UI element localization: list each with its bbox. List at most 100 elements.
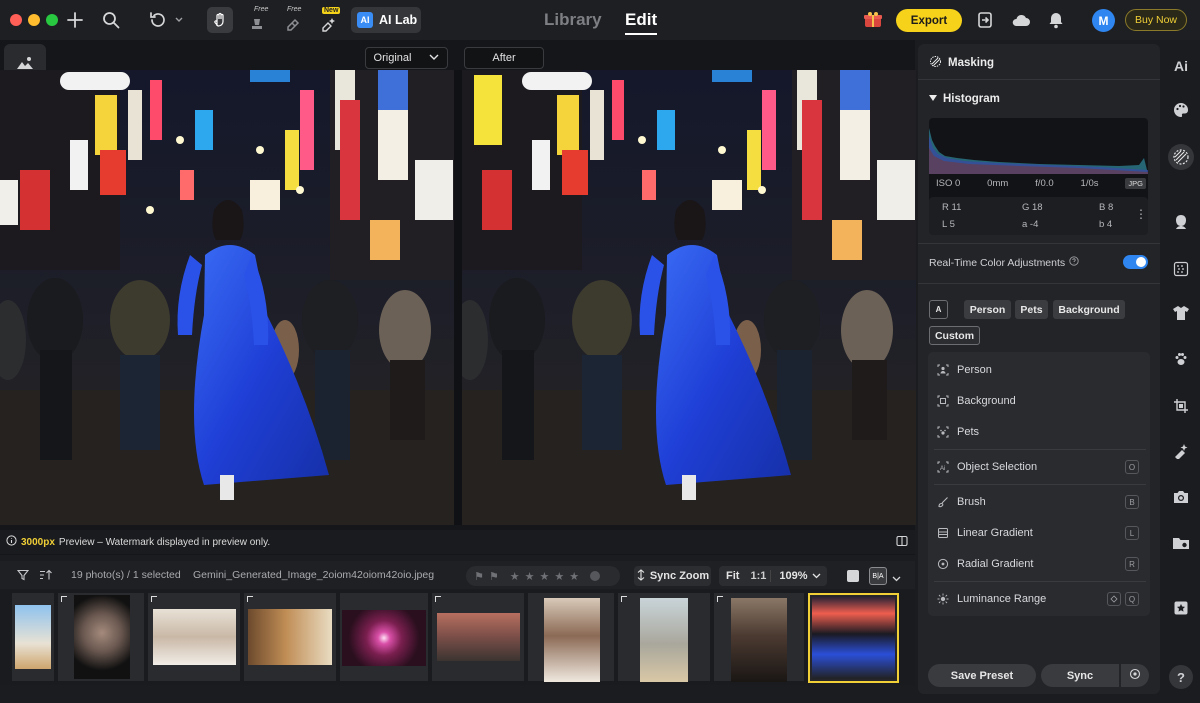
before-photo[interactable] [0,70,454,525]
ai-module-button[interactable]: Ai [1169,54,1193,78]
camera-icon[interactable] [1169,485,1193,509]
compare-divider[interactable] [454,70,462,525]
thumb-image [342,610,426,666]
after-photo[interactable] [462,70,916,525]
mask-item-pets[interactable]: Pets [928,418,1150,446]
mask-item-radial-gradient[interactable]: Radial Gradient [928,550,1150,578]
gift-icon[interactable] [861,8,885,32]
stamp-tool-icon[interactable] [246,12,268,36]
chip-pets[interactable]: Pets [1015,300,1048,319]
filter-icon[interactable] [16,569,30,584]
export-button[interactable]: Export [896,9,962,32]
one-to-one-button[interactable]: 1:1 [746,570,770,582]
search-icon[interactable] [100,8,122,32]
filmstrip-thumb[interactable] [58,593,144,681]
filmstrip-thumb[interactable] [618,593,710,682]
help-button[interactable]: ? [1169,665,1193,689]
sync-button[interactable]: Sync [1041,664,1119,687]
ai-remove-tool-icon[interactable] [318,12,340,36]
flag-icon [151,596,157,602]
filmstrip-thumb[interactable] [148,593,240,681]
thumb-image [812,597,895,679]
chevron-down-icon[interactable] [892,571,901,585]
before-view-dropdown[interactable]: Original [365,47,448,69]
undo-history-chevron-icon[interactable] [172,8,186,32]
user-avatar[interactable]: M [1092,9,1115,32]
filmstrip-thumb[interactable] [528,593,614,682]
favorites-icon[interactable] [1169,596,1193,620]
star-icon[interactable]: ★ [525,570,535,583]
mask-item-brush[interactable]: Brush [928,488,1150,516]
chevron-down-icon[interactable] [812,570,821,582]
filmstrip-thumb[interactable] [244,593,336,681]
paw-icon[interactable] [1169,347,1193,371]
palette-icon[interactable] [1169,98,1193,122]
star-icon[interactable]: ★ [510,570,520,583]
histogram-header[interactable]: Histogram [929,93,1000,105]
linear-gradient-icon [936,527,949,540]
filmstrip-thumb[interactable] [12,593,54,681]
mask-item-person[interactable]: Person [928,356,1150,384]
flag-icon[interactable]: ⚑ [474,570,484,583]
filmstrip-thumb[interactable] [432,593,524,681]
add-icon[interactable] [64,8,86,32]
cloud-icon[interactable] [1009,8,1033,32]
thumb-image [640,598,688,682]
sort-icon[interactable] [39,569,52,584]
tab-edit[interactable]: Edit [625,10,657,30]
filmstrip-thumb-selected[interactable] [808,593,899,683]
minimize-window-button[interactable] [28,14,40,26]
folder-icon[interactable] [1169,531,1193,555]
crop-icon[interactable] [1169,394,1193,418]
tshirt-icon[interactable] [1169,301,1193,325]
realtime-color-toggle[interactable] [1123,255,1148,269]
chip-custom[interactable]: Custom [929,326,980,345]
help-circle-icon[interactable] [1069,256,1079,269]
chip-background[interactable]: Background [1053,300,1125,319]
before-after-view-button[interactable]: B|A [869,567,887,585]
split-view-icon[interactable] [896,535,908,550]
star-icon[interactable]: ★ [554,570,564,583]
fit-button[interactable]: Fit [719,570,746,582]
star-icon[interactable]: ★ [540,570,550,583]
chevron-down-icon [429,52,439,64]
filmstrip-thumb[interactable] [714,593,804,682]
healing-icon[interactable] [1169,439,1193,463]
import-icon[interactable] [974,8,996,32]
mask-item-label: Linear Gradient [957,527,1033,539]
save-preset-button[interactable]: Save Preset [928,664,1036,687]
notification-bell-icon[interactable] [1045,8,1067,32]
after-view-label: After [492,52,516,64]
more-options-icon[interactable]: ⋮ [1135,207,1147,221]
tab-library[interactable]: Library [544,10,602,30]
portrait-icon[interactable] [1169,210,1193,234]
mask-item-linear-gradient[interactable]: Linear Gradient [928,519,1150,547]
hand-tool-icon[interactable] [207,7,233,33]
maximize-window-button[interactable] [46,14,58,26]
mask-item-background[interactable]: Background [928,387,1150,415]
zoom-value[interactable]: 109% [770,570,811,582]
background-icon [936,395,949,408]
undo-icon[interactable] [146,8,168,32]
after-view-label-box: After [464,47,544,69]
masking-module-icon[interactable] [1168,144,1194,170]
sync-zoom-button[interactable]: Sync Zoom [634,566,711,586]
buy-now-button[interactable]: Buy Now [1125,9,1187,31]
preview-resolution: 3000px [21,536,55,548]
sync-settings-button[interactable] [1121,664,1149,687]
filmstrip [0,590,915,685]
ai-mask-icon[interactable]: A [929,300,948,319]
grain-icon[interactable] [1169,257,1193,281]
ai-lab-button[interactable]: AI AI Lab [351,7,421,33]
reject-flag-icon[interactable]: ⚑ [489,570,499,583]
color-label-icon[interactable] [590,571,601,581]
mask-tools-list: Person Background Pets Ai Object Selecti… [928,352,1150,616]
close-window-button[interactable] [10,14,22,26]
eraser-tool-icon[interactable] [282,12,304,36]
a-channel-value: a -4 [1022,219,1039,230]
mask-item-object-selection[interactable]: Ai Object Selection [928,453,1150,481]
chip-person[interactable]: Person [964,300,1011,319]
filmstrip-thumb[interactable] [340,593,428,681]
star-icon[interactable]: ★ [569,570,579,583]
single-view-icon[interactable] [847,570,859,582]
